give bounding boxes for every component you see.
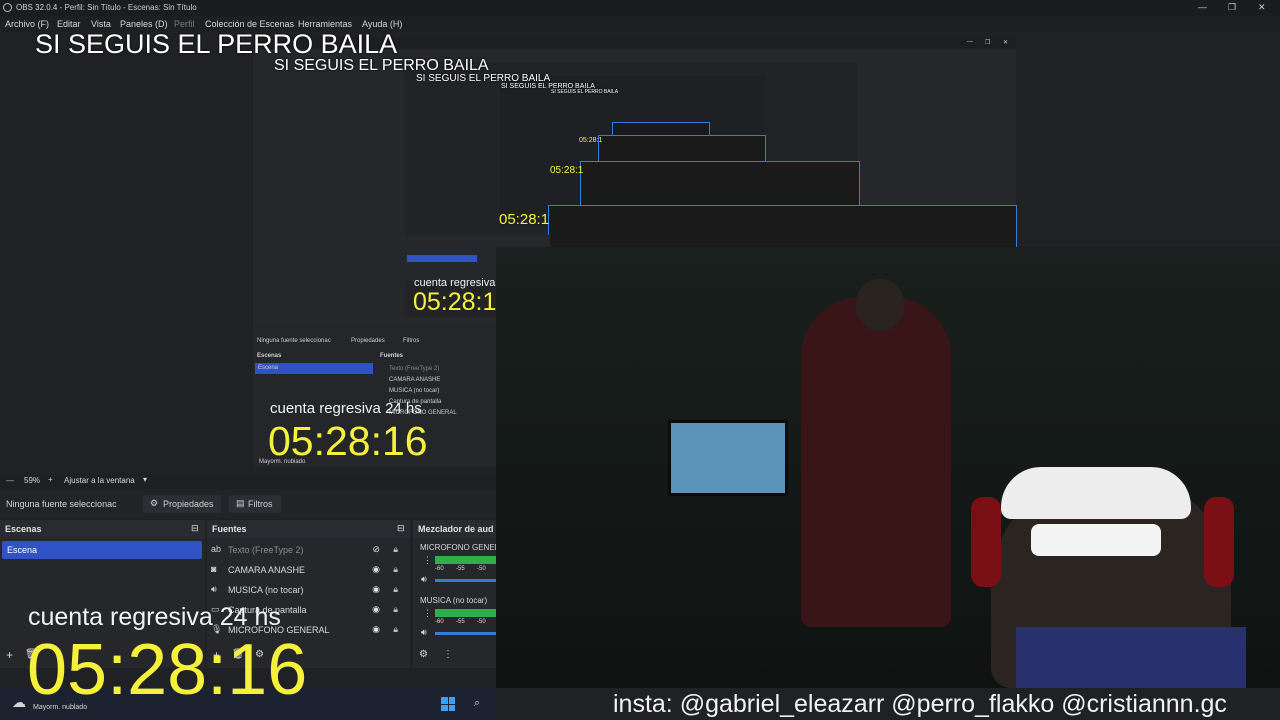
- headphones-right: [1204, 497, 1234, 587]
- headline-overlay-nested: SI SEGUIS EL PERRO BAILA: [551, 89, 619, 95]
- lock-icon[interactable]: 🔒︎: [393, 584, 398, 595]
- jersey: [1016, 627, 1246, 688]
- menu-vista[interactable]: Vista: [91, 19, 111, 29]
- context-bar: Ninguna fuente seleccionac ⚙ Propiedades…: [0, 490, 496, 518]
- mixer-header: Mezclador de aud: [413, 520, 496, 538]
- speaker-icon: 🔊︎: [211, 584, 217, 594]
- speaker-icon[interactable]: 🔊︎: [421, 574, 427, 585]
- eye-icon[interactable]: ◉: [372, 584, 380, 595]
- filters-button[interactable]: ▤ Filtros: [229, 495, 281, 513]
- mixer-settings-icon[interactable]: ⚙: [419, 649, 428, 660]
- fit-window-label[interactable]: Ajustar a la ventana: [64, 476, 135, 485]
- source-item[interactable]: ab Texto (FreeType 2) ⊘ 🔒︎: [207, 540, 410, 560]
- nested-scenes-title: Escenas: [257, 353, 282, 359]
- timer-nested: 05:28:1: [413, 288, 497, 316]
- kebab-menu-icon[interactable]: ⋮: [423, 608, 432, 619]
- filter-icon: ▤: [236, 498, 245, 508]
- zoom-value: 59%: [24, 476, 41, 485]
- camera-icon: ◙: [211, 564, 217, 574]
- menu-archivo[interactable]: Archivo (F): [5, 19, 49, 29]
- weather-icon: ☁: [12, 694, 26, 710]
- scenes-title: Escenas: [5, 524, 42, 534]
- timer-nested: 05:28:16: [268, 418, 428, 464]
- social-handles: insta: @gabriel_eleazarr @perro_flakko @…: [613, 690, 1227, 718]
- eye-hidden-icon[interactable]: ⊘: [372, 544, 380, 555]
- headline-overlay: SI SEGUIS EL PERRO BAILA: [35, 32, 398, 59]
- no-source-label: Ninguna fuente seleccionac: [6, 499, 117, 509]
- dock-menu-icon[interactable]: ⊟: [397, 523, 405, 534]
- nested-sources-title: Fuentes: [380, 353, 404, 359]
- nested-scene-selected: Escena: [255, 363, 373, 374]
- volume-slider[interactable]: [435, 632, 496, 635]
- headphones-left: [971, 497, 1001, 587]
- menu-ayuda[interactable]: Ayuda (H): [362, 19, 402, 29]
- menu-herramientas[interactable]: Herramientas: [298, 19, 352, 29]
- zoom-out-button[interactable]: —: [6, 476, 14, 485]
- menu-coleccion-escenas[interactable]: Colección de Escenas: [205, 19, 294, 29]
- monitor-screen: [668, 420, 788, 496]
- menu-perfil[interactable]: Perfil: [174, 19, 195, 29]
- white-sunglasses: [1031, 524, 1161, 556]
- nested-no-source: Ninguna fuente seleccionac: [257, 338, 331, 344]
- mixer-channel-name: MICROFONO GENERA: [420, 543, 496, 552]
- maximize-button[interactable]: ❐: [1228, 2, 1236, 13]
- add-scene-button[interactable]: +: [6, 648, 13, 662]
- scenes-header: Escenas ⊟: [0, 520, 205, 538]
- search-icon[interactable]: ⌕: [474, 697, 480, 710]
- menu-paneles[interactable]: Paneles (D): [120, 19, 168, 29]
- person-standing: [801, 297, 951, 627]
- zoom-in-button[interactable]: +: [48, 475, 53, 484]
- kebab-menu-icon[interactable]: ⋮: [443, 649, 453, 660]
- countdown-timer: 05:28:16: [27, 630, 308, 710]
- scene-item-escena[interactable]: Escena: [2, 541, 202, 559]
- nested-selection-frame: [580, 161, 860, 208]
- eye-icon[interactable]: ◉: [372, 564, 380, 575]
- lock-icon[interactable]: 🔒︎: [393, 564, 398, 575]
- text-icon: ab: [211, 544, 222, 554]
- countdown-label: cuenta regresiva 24 hs: [28, 603, 281, 631]
- audio-mixer-dock: Mezclador de aud MICROFONO GENERA ⋮ -60 …: [413, 520, 496, 668]
- lock-icon[interactable]: 🔒︎: [393, 604, 398, 615]
- source-item[interactable]: 🔊︎ MUSICA (no tocar) ◉ 🔒︎: [207, 580, 410, 600]
- window-titlebar: OBS 32.0.4 - Perfil: Sin Título - Escena…: [0, 0, 1280, 16]
- speaker-icon[interactable]: 🔊︎: [421, 627, 427, 638]
- person-head: [856, 279, 904, 331]
- sources-title: Fuentes: [212, 524, 247, 534]
- sources-header: Fuentes ⊟: [207, 520, 410, 538]
- white-cap: [1001, 467, 1191, 519]
- lock-icon[interactable]: 🔒︎: [393, 624, 398, 635]
- obs-logo-icon: [3, 3, 12, 12]
- mixer-title: Mezclador de aud: [418, 524, 494, 534]
- menu-editar[interactable]: Editar: [57, 19, 81, 29]
- nested-properties: Propiedades: [351, 338, 385, 344]
- minimize-button[interactable]: —: [1198, 2, 1207, 12]
- timer-nested: 05:28:1: [579, 137, 603, 144]
- menu-bar: Archivo (F) Editar Vista Paneles (D) Per…: [0, 16, 1280, 32]
- kebab-menu-icon[interactable]: ⋮: [423, 555, 432, 566]
- audio-meter: [435, 556, 496, 564]
- eye-icon[interactable]: ◉: [372, 604, 380, 615]
- chevron-down-icon[interactable]: ▾: [143, 475, 147, 484]
- dock-menu-icon[interactable]: ⊟: [191, 523, 199, 534]
- close-button[interactable]: ✕: [1258, 2, 1266, 13]
- nested-selection-frame: [598, 135, 766, 164]
- eye-icon[interactable]: ◉: [372, 624, 380, 635]
- timer-nested: 05:28:1: [550, 165, 584, 176]
- windows-start-icon[interactable]: [441, 697, 455, 711]
- gear-icon: ⚙: [150, 498, 159, 508]
- source-item[interactable]: ◙ CAMARA ANASHE ◉ 🔒︎: [207, 560, 410, 580]
- audio-meter: [435, 609, 496, 617]
- nested-filters: Filtros: [403, 338, 420, 344]
- lock-icon[interactable]: 🔒︎: [393, 544, 398, 555]
- volume-slider[interactable]: [435, 579, 496, 582]
- timer-nested: 05:28:1: [499, 211, 550, 228]
- properties-button[interactable]: ⚙ Propiedades: [143, 495, 221, 513]
- zoom-bar: — 59% + Ajustar a la ventana ▾: [0, 474, 496, 488]
- camera-feed: [496, 247, 1280, 688]
- countdown-label-nested: cuenta regresiva 24 hs: [270, 400, 422, 417]
- window-title: OBS 32.0.4 - Perfil: Sin Título - Escena…: [16, 3, 197, 12]
- mixer-channel-name: MUSICA (no tocar): [420, 596, 488, 605]
